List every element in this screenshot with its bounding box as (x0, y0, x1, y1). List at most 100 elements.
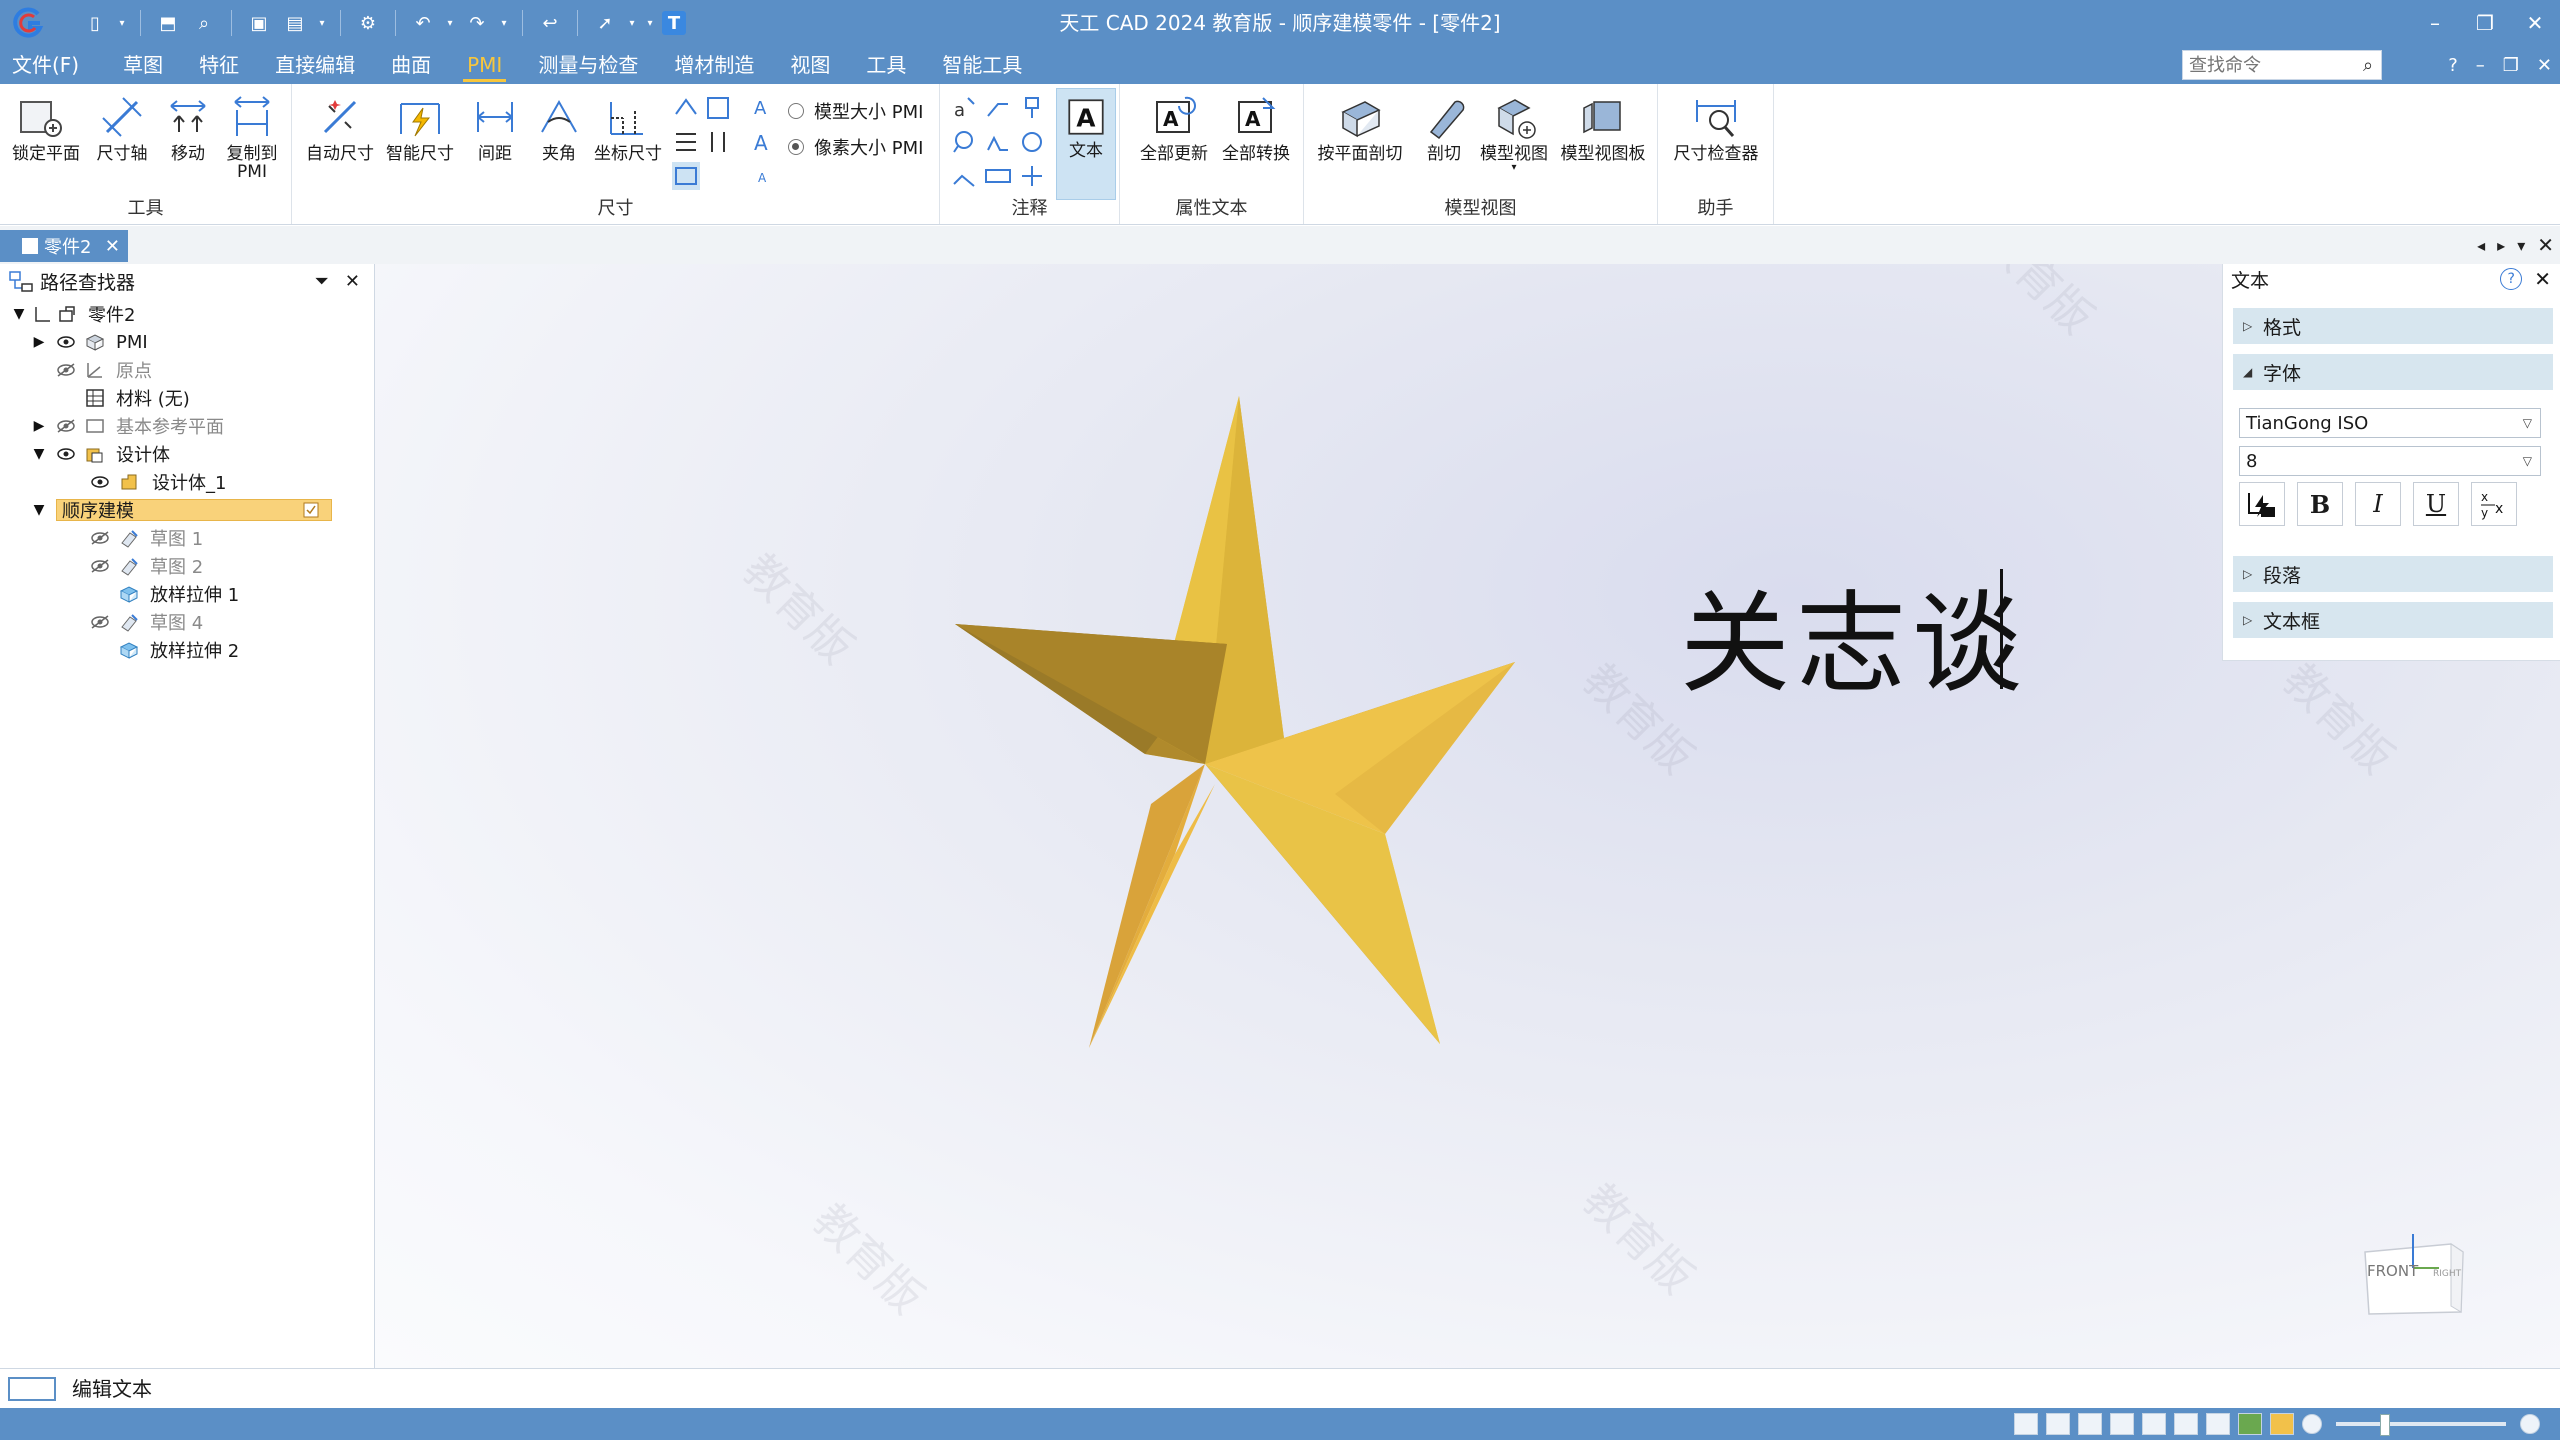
view-orientation-icon[interactable] (2206, 1413, 2230, 1435)
collapse-icon[interactable]: ▼ (32, 447, 46, 461)
zoom-fit-icon[interactable] (2110, 1413, 2134, 1435)
tree-item-loft-protrusion-2[interactable]: 放样拉伸 2 (0, 636, 374, 664)
dimension-axis-button[interactable]: 尺寸轴 (92, 92, 152, 164)
text-grow-icon[interactable]: A (750, 128, 778, 156)
edge-condition-icon[interactable] (950, 162, 978, 190)
zoom-slider-handle[interactable] (2380, 1414, 2390, 1436)
coordinate-dimension-button[interactable]: 坐标尺寸 (590, 92, 666, 164)
model-view-panel-button[interactable]: 模型视图板 (1556, 92, 1650, 164)
hidden-eye-icon[interactable] (90, 559, 110, 573)
tab-view[interactable]: 视图 (772, 46, 848, 84)
open-icon[interactable]: ⬒ (153, 8, 183, 38)
star-model[interactable] (915, 384, 1535, 1064)
save-all-icon[interactable]: ▤ (280, 8, 310, 38)
text-tool-icon[interactable]: T (662, 11, 686, 35)
visible-eye-icon[interactable] (90, 475, 110, 489)
close-panel-icon[interactable]: ✕ (2534, 267, 2551, 291)
tree-item-material[interactable]: 材料 (无) (0, 384, 374, 412)
surface-texture-icon[interactable] (984, 128, 1012, 156)
tab-feature[interactable]: 特征 (181, 46, 257, 84)
close-tab-icon[interactable]: ✕ (105, 236, 120, 257)
model-view-button[interactable]: 模型视图 ▾ (1476, 92, 1552, 173)
bold-button[interactable]: B (2297, 482, 2343, 526)
display-style-icon[interactable] (2238, 1413, 2262, 1435)
tree-item-loft-protrusion-1[interactable]: 放样拉伸 1 (0, 580, 374, 608)
datum-icon[interactable] (1018, 94, 1046, 122)
balloon-icon[interactable] (950, 128, 978, 156)
text-button[interactable]: A 文本 (1056, 88, 1116, 200)
view-cube[interactable]: FRONT RIGHT (2355, 1224, 2475, 1324)
tree-item-sketch-4[interactable]: 草图 4 (0, 608, 374, 636)
tree-item-sketch-2[interactable]: 草图 2 (0, 552, 374, 580)
help-icon[interactable]: ? (2448, 55, 2458, 76)
minimize-button[interactable]: – (2410, 0, 2460, 46)
section-button[interactable]: 剖切 (1416, 92, 1472, 164)
zoom-area-icon[interactable] (2078, 1413, 2102, 1435)
section-format[interactable]: ▷ 格式 (2233, 308, 2553, 344)
tab-file[interactable]: 文件(F) (0, 46, 91, 84)
tab-scroll-left-icon[interactable]: ◂ (2477, 236, 2485, 255)
text-shrink-icon[interactable]: A (750, 162, 778, 190)
font-name-select[interactable]: TianGong ISO ▽ (2239, 408, 2541, 438)
zoom-slider[interactable] (2336, 1414, 2506, 1436)
font-size-select[interactable]: 8 ▽ (2239, 446, 2541, 476)
doc-close-button[interactable]: ✕ (2537, 55, 2552, 76)
underline-button[interactable]: U (2413, 482, 2459, 526)
expand-icon[interactable]: ▶ (32, 335, 46, 349)
feature-control-frame-icon[interactable] (984, 162, 1012, 190)
snapshot-icon[interactable] (2014, 1413, 2038, 1435)
visible-eye-icon[interactable] (56, 335, 76, 349)
save-dropdown-icon[interactable]: ▾ (316, 18, 328, 29)
auto-dimension-button[interactable]: 自动尺寸 (304, 92, 376, 164)
help-icon[interactable]: ? (2500, 268, 2523, 290)
annotation-label-icon[interactable]: a (950, 94, 978, 122)
dimension-style-icon[interactable] (672, 94, 700, 122)
dimension-checker-button[interactable]: 尺寸检查器 (1668, 92, 1764, 164)
tree-item-design-body-group[interactable]: ▼ 设计体 (0, 440, 374, 468)
weld-symbol-icon[interactable] (1018, 128, 1046, 156)
tab-tools[interactable]: 工具 (848, 46, 924, 84)
command-search-input[interactable] (2183, 54, 2355, 76)
text-color-button[interactable] (2239, 482, 2285, 526)
convert-all-button[interactable]: A 全部转换 (1220, 92, 1292, 164)
tab-measure-inspect[interactable]: 测量与检查 (520, 46, 656, 84)
distance-button[interactable]: 间距 (464, 92, 526, 164)
hidden-eye-icon[interactable] (90, 615, 110, 629)
hidden-eye-icon[interactable] (90, 531, 110, 545)
tab-direct-edit[interactable]: 直接编辑 (257, 46, 373, 84)
select-dropdown-icon[interactable]: ▾ (626, 18, 638, 29)
render-mode-icon[interactable] (2270, 1413, 2294, 1435)
dimension-group-icon[interactable] (704, 94, 732, 122)
align-dimension-icon[interactable] (672, 128, 700, 156)
close-panel-icon[interactable]: ✕ (345, 271, 360, 292)
tab-scroll-right-icon[interactable]: ▸ (2497, 236, 2505, 255)
section-textbox[interactable]: ▷ 文本框 (2233, 602, 2553, 638)
close-document-icon[interactable]: ✕ (2537, 233, 2554, 257)
dimension-table-icon[interactable] (672, 162, 700, 190)
hidden-eye-icon[interactable] (56, 363, 76, 377)
zoom-in-icon[interactable] (2520, 1414, 2540, 1434)
close-button[interactable]: ✕ (2510, 0, 2560, 46)
undo-icon[interactable]: ↶ (408, 8, 438, 38)
doc-minimize-button[interactable]: – (2476, 55, 2485, 76)
collapse-icon[interactable]: ▼ (32, 503, 46, 517)
find-icon[interactable]: ⌕ (189, 8, 219, 38)
doc-restore-button[interactable]: ❐ (2503, 55, 2519, 76)
tree-item-design-body-1[interactable]: 设计体_1 (0, 468, 374, 496)
tab-pmi[interactable]: PMI (449, 46, 520, 84)
section-by-plane-button[interactable]: 按平面剖切 (1314, 92, 1406, 164)
search-icon[interactable]: ⌕ (2355, 55, 2381, 76)
redo-icon[interactable]: ↷ (462, 8, 492, 38)
tab-surface[interactable]: 曲面 (373, 46, 449, 84)
options-icon[interactable]: ⚙ (353, 8, 383, 38)
tree-item-sketch-1[interactable]: 草图 1 (0, 524, 374, 552)
lock-plane-button[interactable]: 锁定平面 (12, 92, 80, 164)
tab-additive[interactable]: 增材制造 (656, 46, 772, 84)
model-size-pmi-radio[interactable]: 模型大小 PMI (788, 98, 923, 124)
tree-item-base-planes[interactable]: ▶ 基本参考平面 (0, 412, 374, 440)
angle-button[interactable]: 夹角 (528, 92, 590, 164)
viewcube-front-label[interactable]: FRONT (2367, 1262, 2419, 1280)
doc-tab-part2[interactable]: 零件2 ✕ (0, 230, 128, 262)
italic-button[interactable]: I (2355, 482, 2401, 526)
model-view-dropdown-icon[interactable]: ▾ (1476, 163, 1552, 173)
